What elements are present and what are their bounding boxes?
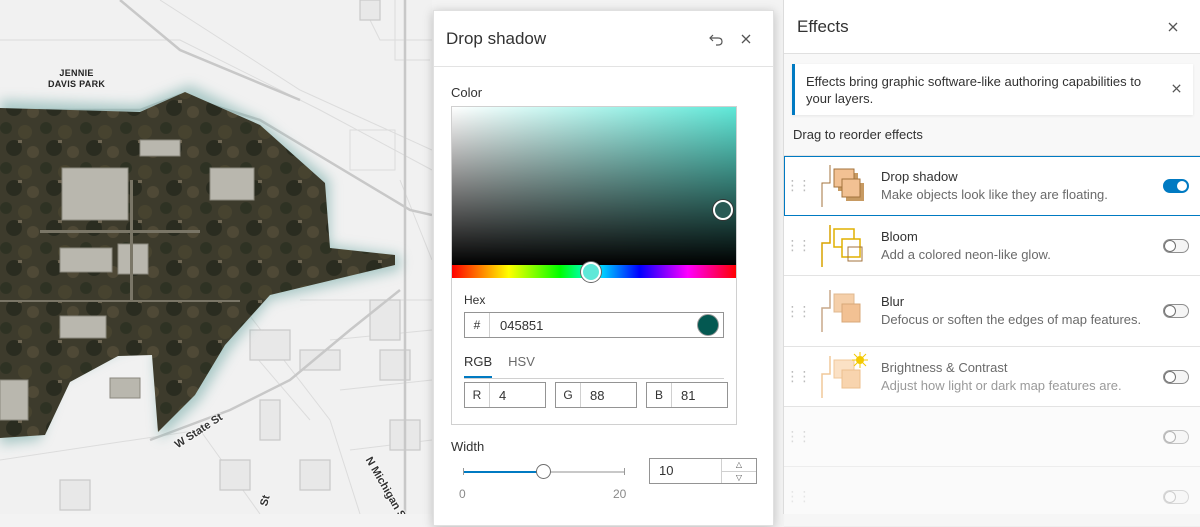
close-icon <box>1171 84 1181 93</box>
park-label: JENNIE DAVIS PARK <box>48 68 106 89</box>
channel-b-label: B <box>647 383 672 407</box>
effect-description: Defocus or soften the edges of map featu… <box>881 312 1142 327</box>
hex-label: Hex <box>464 293 486 307</box>
blur-thumbnail-icon <box>821 290 861 332</box>
effect-toggle[interactable] <box>1163 489 1189 504</box>
drop-shadow-panel: Drop shadow Color Hex # 045851 RGB HSV R… <box>433 10 774 526</box>
effect-description: Adjust how light or dark map features ar… <box>881 377 1122 393</box>
width-stepper: △ ▽ <box>721 459 756 483</box>
drag-handle-icon[interactable]: ⋮⋮ <box>784 237 812 254</box>
effects-title: Effects <box>797 16 849 36</box>
effect-toggle[interactable] <box>1163 429 1189 444</box>
info-notice: Effects bring graphic software-like auth… <box>792 64 1193 115</box>
drop-shadow-header: Drop shadow <box>434 11 773 67</box>
channel-g-field[interactable]: G 88 <box>555 382 637 408</box>
effect-item-drop-shadow[interactable]: ⋮⋮ Drop shadow Make objects look like th… <box>784 156 1200 216</box>
effect-item-bloom[interactable]: ⋮⋮ Bloom Add a colored neon-like glow. <box>784 216 1200 276</box>
width-max-label: 20 <box>613 487 627 501</box>
effect-description: Make objects look like they are floating… <box>881 186 1108 202</box>
hex-input[interactable] <box>490 316 697 334</box>
color-mode-tabs: RGB HSV <box>464 354 724 379</box>
color-picker: Hex # RGB HSV R 4 G 88 B <box>451 106 737 425</box>
channel-r-field[interactable]: R 4 <box>464 382 546 408</box>
effect-item-6[interactable]: ⋮⋮ <box>784 467 1200 527</box>
chevron-up-icon: △ <box>735 460 743 470</box>
hue-handle[interactable] <box>581 262 601 282</box>
width-slider-fill <box>463 471 544 473</box>
effect-name: Drop shadow <box>881 168 958 184</box>
width-min-label: 0 <box>459 487 466 501</box>
tab-rgb[interactable]: RGB <box>464 354 493 378</box>
width-slider-handle[interactable] <box>536 464 551 479</box>
channel-r-value[interactable]: 4 <box>490 388 545 403</box>
decrement-button[interactable]: ▽ <box>722 472 756 484</box>
drag-handle-icon[interactable]: ⋮⋮ <box>784 303 812 320</box>
effects-header: Effects <box>784 0 1200 54</box>
drag-handle-icon[interactable]: ⋮⋮ <box>784 428 812 445</box>
channel-g-label: G <box>556 383 581 407</box>
effect-name: Bloom <box>881 228 918 244</box>
tab-hsv[interactable]: HSV <box>508 354 535 378</box>
chevron-down-icon: ▽ <box>735 472 743 482</box>
effects-panel: Effects Effects bring graphic software-l… <box>783 0 1200 527</box>
effects-list: ⋮⋮ Drop shadow Make objects look like th… <box>784 155 1200 527</box>
channel-r-label: R <box>465 383 490 407</box>
effect-thumbnail-placeholder <box>816 472 872 522</box>
channel-b-value[interactable]: 81 <box>672 388 727 403</box>
width-number-input[interactable]: 10 △ ▽ <box>649 458 757 484</box>
effect-name: Blur <box>881 294 905 309</box>
drop-shadow-title: Drop shadow <box>446 28 547 48</box>
width-section: Width 0 20 10 △ ▽ <box>451 439 757 519</box>
effects-close-button[interactable] <box>1158 12 1188 42</box>
map-view[interactable]: JENNIE DAVIS PARK W State St N Michigan … <box>0 0 432 514</box>
increment-button[interactable]: △ <box>722 459 756 472</box>
effect-toggle[interactable] <box>1163 178 1189 193</box>
saturation-value-area[interactable] <box>452 107 736 265</box>
effect-item-blur[interactable]: ⋮⋮ Blur Defocus or soften the edges of m… <box>784 276 1200 347</box>
slider-tick-min <box>463 468 464 475</box>
effect-toggle[interactable] <box>1163 238 1189 253</box>
brightness-contrast-thumbnail-icon <box>821 351 868 398</box>
notice-text: Effects bring graphic software-like auth… <box>806 73 1142 106</box>
effect-item-brightness-contrast[interactable]: ⋮⋮ Brightness & Contrast Adjust how ligh… <box>784 347 1200 407</box>
effect-toggle[interactable] <box>1163 369 1189 384</box>
color-label: Color <box>451 85 483 100</box>
effect-name: Brightness & Contrast <box>881 359 1008 375</box>
drag-hint: Drag to reorder effects <box>793 127 923 142</box>
effect-item-5[interactable]: ⋮⋮ <box>784 407 1200 467</box>
drag-handle-icon[interactable]: ⋮⋮ <box>784 488 812 505</box>
color-swatch <box>697 314 719 336</box>
undo-icon <box>709 34 723 46</box>
close-icon <box>741 34 751 43</box>
slider-tick-max <box>624 468 625 475</box>
bloom-thumbnail-icon <box>821 224 863 267</box>
channel-b-field[interactable]: B 81 <box>646 382 728 408</box>
effect-description: Add a colored neon-like glow. <box>881 246 1051 262</box>
drag-handle-icon[interactable]: ⋮⋮ <box>784 177 812 194</box>
drop-shadow-thumbnail-icon <box>821 164 864 207</box>
drag-handle-icon[interactable]: ⋮⋮ <box>784 368 812 385</box>
saturation-value-handle[interactable] <box>713 200 733 220</box>
width-label: Width <box>451 439 485 454</box>
effect-toggle[interactable] <box>1163 304 1189 318</box>
close-button[interactable] <box>731 24 761 54</box>
rgb-channels: R 4 G 88 B 81 <box>464 382 728 408</box>
hex-prefix: # <box>465 313 490 337</box>
notice-close-button[interactable] <box>1159 81 1193 98</box>
close-icon <box>1168 22 1178 31</box>
hex-field[interactable]: # <box>464 312 724 338</box>
channel-g-value[interactable]: 88 <box>581 388 636 403</box>
undo-button[interactable] <box>701 24 731 54</box>
width-value[interactable]: 10 <box>650 459 721 483</box>
effect-thumbnail-placeholder <box>816 412 872 462</box>
